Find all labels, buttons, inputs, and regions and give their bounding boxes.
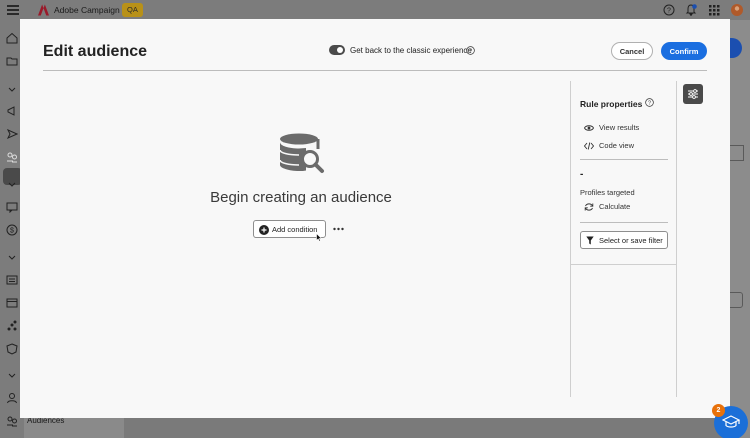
avatar[interactable] xyxy=(731,4,743,16)
app-title: Adobe Campaign xyxy=(54,5,120,15)
code-view-label: Code view xyxy=(599,141,635,150)
chevron-down-icon[interactable] xyxy=(6,251,18,263)
classic-experience-label: Get back to the classic experience xyxy=(350,46,472,55)
env-badge: QA xyxy=(122,3,143,17)
chevron-down-icon[interactable] xyxy=(6,369,18,381)
shield-icon[interactable] xyxy=(6,343,18,355)
campaign-megaphone-icon[interactable] xyxy=(6,105,18,117)
confirm-button[interactable]: Confirm xyxy=(661,42,707,60)
menu-icon[interactable] xyxy=(7,5,19,15)
add-circle-icon xyxy=(259,224,269,235)
select-or-save-filter-button[interactable]: Select or save filter xyxy=(580,231,668,249)
audience-canvas: Begin creating an audience Add condition xyxy=(20,79,570,395)
empty-state-title: Begin creating an audience xyxy=(210,189,392,206)
page-title: Edit audience xyxy=(43,43,148,60)
view-results-link[interactable]: View results xyxy=(584,122,639,134)
properties-settings-button[interactable] xyxy=(683,84,703,104)
background-panel xyxy=(124,418,750,438)
add-condition-label: Add condition xyxy=(272,224,318,234)
audiences-icon[interactable] xyxy=(6,151,18,163)
notification-bell-icon[interactable] xyxy=(685,4,697,16)
code-icon xyxy=(584,142,594,150)
mouse-cursor-icon xyxy=(316,233,322,242)
workflow-icon[interactable] xyxy=(6,320,18,332)
chevron-down-icon[interactable] xyxy=(6,83,18,95)
send-icon[interactable] xyxy=(6,128,18,140)
graduation-cap-icon xyxy=(722,415,740,428)
audiences-nav-icon[interactable] xyxy=(6,415,18,427)
divider xyxy=(580,222,668,223)
app-switcher-icon[interactable] xyxy=(708,4,720,16)
notification-count-badge: 2 xyxy=(712,404,725,417)
background-field-edge xyxy=(730,145,744,161)
folder-search-icon[interactable] xyxy=(6,55,18,67)
calculate-label: Calculate xyxy=(599,202,631,211)
divider xyxy=(43,70,707,71)
more-options-icon[interactable] xyxy=(333,227,344,231)
svg-text:$: $ xyxy=(10,228,14,235)
svg-text:?: ? xyxy=(667,8,671,15)
divider xyxy=(571,264,677,265)
rule-properties-title: Rule properties xyxy=(580,99,643,109)
help-icon[interactable]: ? xyxy=(466,46,475,55)
calculate-link[interactable]: Calculate xyxy=(584,201,630,213)
select-or-save-filter-label: Select or save filter xyxy=(599,235,663,245)
eye-icon xyxy=(584,125,594,131)
view-results-label: View results xyxy=(599,123,640,132)
templates-icon[interactable] xyxy=(6,297,18,309)
svg-text:?: ? xyxy=(469,49,472,55)
divider xyxy=(580,159,668,160)
edit-audience-modal: Edit audience Get back to the classic ex… xyxy=(20,19,730,418)
code-view-link[interactable]: Code view xyxy=(584,140,634,152)
list-icon[interactable] xyxy=(6,274,18,286)
offers-icon[interactable]: $ xyxy=(6,224,18,236)
review-icon[interactable] xyxy=(6,201,18,213)
refresh-icon xyxy=(584,203,594,211)
home-icon[interactable] xyxy=(6,32,18,44)
rule-properties-panel: Rule properties ? View results Code view… xyxy=(570,81,677,397)
filter-icon xyxy=(586,236,594,245)
help-icon[interactable]: ? xyxy=(663,4,675,16)
background-strip xyxy=(730,20,750,438)
user-icon[interactable] xyxy=(6,392,18,404)
info-icon[interactable]: ? xyxy=(645,98,654,107)
adobe-logo-icon xyxy=(38,4,49,16)
chevron-down-icon[interactable] xyxy=(6,178,18,190)
svg-text:?: ? xyxy=(648,101,651,107)
cancel-button[interactable]: Cancel xyxy=(611,42,653,60)
app-header: Adobe Campaign QA ? xyxy=(0,0,750,20)
database-search-icon xyxy=(279,133,324,173)
classic-experience-toggle[interactable] xyxy=(329,45,345,55)
profiles-targeted-label: Profiles targeted xyxy=(580,188,635,197)
profiles-targeted-value: - xyxy=(580,169,584,180)
settings-sliders-icon xyxy=(688,89,698,99)
